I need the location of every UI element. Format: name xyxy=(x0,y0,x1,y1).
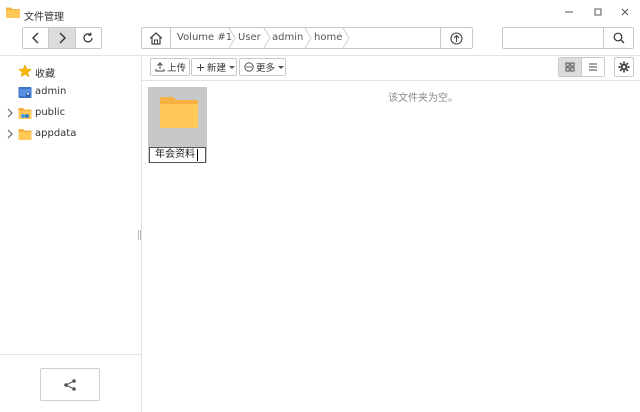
sidebar-item-appdata[interactable]: appdata xyxy=(0,124,140,144)
sidebar-item-favorites[interactable]: 收藏 xyxy=(0,61,140,81)
view-mode-toggle xyxy=(558,57,605,77)
gear-icon xyxy=(618,61,630,73)
text-cursor xyxy=(197,149,198,161)
grid-view-button[interactable] xyxy=(559,58,582,76)
search-input[interactable] xyxy=(503,28,603,48)
upload-icon xyxy=(155,62,165,72)
breadcrumb-home[interactable]: home xyxy=(314,28,342,48)
sidebar-item-label: public xyxy=(35,107,66,118)
arrow-up-circle-icon xyxy=(450,31,463,45)
sidebar-item-admin[interactable]: admin xyxy=(0,82,140,102)
settings-button[interactable] xyxy=(614,57,634,77)
empty-folder-message: 该文件夹为空。 xyxy=(388,93,458,104)
toolbar-divider xyxy=(0,55,640,56)
new-label: 新建 xyxy=(207,63,227,74)
more-label: 更多 xyxy=(256,63,276,74)
close-button[interactable] xyxy=(612,3,638,21)
breadcrumb: Volume #1 User admin home xyxy=(141,27,473,49)
chevron-right-icon[interactable] xyxy=(5,128,15,140)
folder-app-icon xyxy=(6,7,20,18)
upload-label: 上传 xyxy=(167,63,187,74)
list-icon xyxy=(589,63,597,71)
breadcrumb-separator xyxy=(342,28,350,48)
plus-icon xyxy=(196,63,205,72)
search-box xyxy=(502,27,634,49)
chevron-down-icon xyxy=(229,65,236,69)
share-icon xyxy=(64,378,76,391)
share-button[interactable] xyxy=(40,368,100,401)
folder-icon xyxy=(160,97,198,128)
chevron-left-icon xyxy=(31,32,39,44)
breadcrumb-volume[interactable]: Volume #1 xyxy=(177,28,232,48)
user-folder-icon xyxy=(18,87,32,98)
star-icon xyxy=(18,64,32,78)
action-bar-divider xyxy=(142,80,640,81)
sidebar-item-public[interactable]: public xyxy=(0,103,140,123)
home-icon xyxy=(149,31,163,45)
breadcrumb-user[interactable]: User xyxy=(238,28,261,48)
sidebar-item-label: 收藏 xyxy=(35,69,55,80)
sidebar-item-label: appdata xyxy=(35,128,77,139)
sidebar-divider xyxy=(141,55,142,412)
breadcrumb-separator xyxy=(304,28,312,48)
chevron-down-icon xyxy=(278,65,285,69)
maximize-button[interactable] xyxy=(585,3,611,21)
parent-folder-button[interactable] xyxy=(440,28,472,48)
more-icon xyxy=(244,62,254,72)
breadcrumb-separator xyxy=(263,28,271,48)
refresh-icon xyxy=(83,32,93,43)
chevron-right-icon[interactable] xyxy=(5,107,15,119)
grid-icon xyxy=(565,62,575,72)
search-button[interactable] xyxy=(603,28,633,48)
shared-folder-icon xyxy=(18,108,32,119)
forward-button[interactable] xyxy=(49,28,76,48)
refresh-button[interactable] xyxy=(75,28,101,48)
more-button[interactable]: 更多 xyxy=(239,58,286,76)
breadcrumb-admin[interactable]: admin xyxy=(272,28,303,48)
sidebar-item-label: admin xyxy=(35,86,67,97)
list-view-button[interactable] xyxy=(582,58,604,76)
new-button[interactable]: 新建 xyxy=(191,58,237,76)
window-title: 文件管理 xyxy=(24,12,64,23)
back-button[interactable] xyxy=(23,28,50,48)
home-button[interactable] xyxy=(142,28,171,48)
search-icon xyxy=(613,32,624,44)
navigation-buttons xyxy=(22,27,102,49)
sidebar-resize-handle[interactable] xyxy=(138,230,141,240)
sidebar-footer-divider xyxy=(0,354,141,355)
minimize-button[interactable] xyxy=(556,3,582,21)
folder-icon xyxy=(18,129,32,140)
breadcrumb-separator xyxy=(228,28,236,48)
chevron-right-icon xyxy=(59,32,66,44)
upload-button[interactable]: 上传 xyxy=(150,58,190,76)
title-bar: 文件管理 xyxy=(0,0,640,26)
